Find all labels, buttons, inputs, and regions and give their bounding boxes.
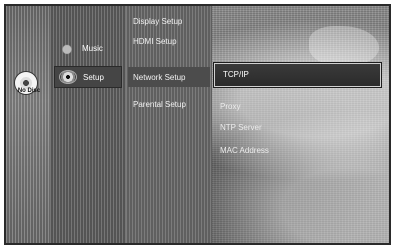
background-highlight [309,26,379,66]
menu-item-label: Music [82,43,103,53]
submenu-item-network-setup[interactable]: Network Setup [128,67,210,87]
gear-icon [59,70,77,84]
submenu-item-hdmi-setup[interactable]: HDMI Setup [133,37,177,46]
disc-status-label: No Disc [17,88,41,94]
option-mac-address[interactable]: MAC Address [220,146,269,155]
option-label: TCP/IP [223,70,249,79]
menu-item-setup[interactable]: Setup [54,66,122,88]
main-menu: Music Setup [50,6,126,243]
disc-status-strip: No Disc [6,6,50,243]
setup-screen: No Disc Music Setup Display Setup HDMI S… [4,4,391,245]
option-tcp-ip[interactable]: TCP/IP [213,62,382,88]
option-proxy[interactable]: Proxy [220,102,240,111]
menu-item-music[interactable]: Music [54,37,122,59]
setup-submenu: Display Setup HDMI Setup Network Setup P… [126,6,212,243]
submenu-item-display-setup[interactable]: Display Setup [133,17,182,26]
menu-item-label: Setup [83,72,104,82]
submenu-item-parental-setup[interactable]: Parental Setup [133,100,186,109]
option-ntp-server[interactable]: NTP Server [220,123,262,132]
music-icon [58,41,76,55]
